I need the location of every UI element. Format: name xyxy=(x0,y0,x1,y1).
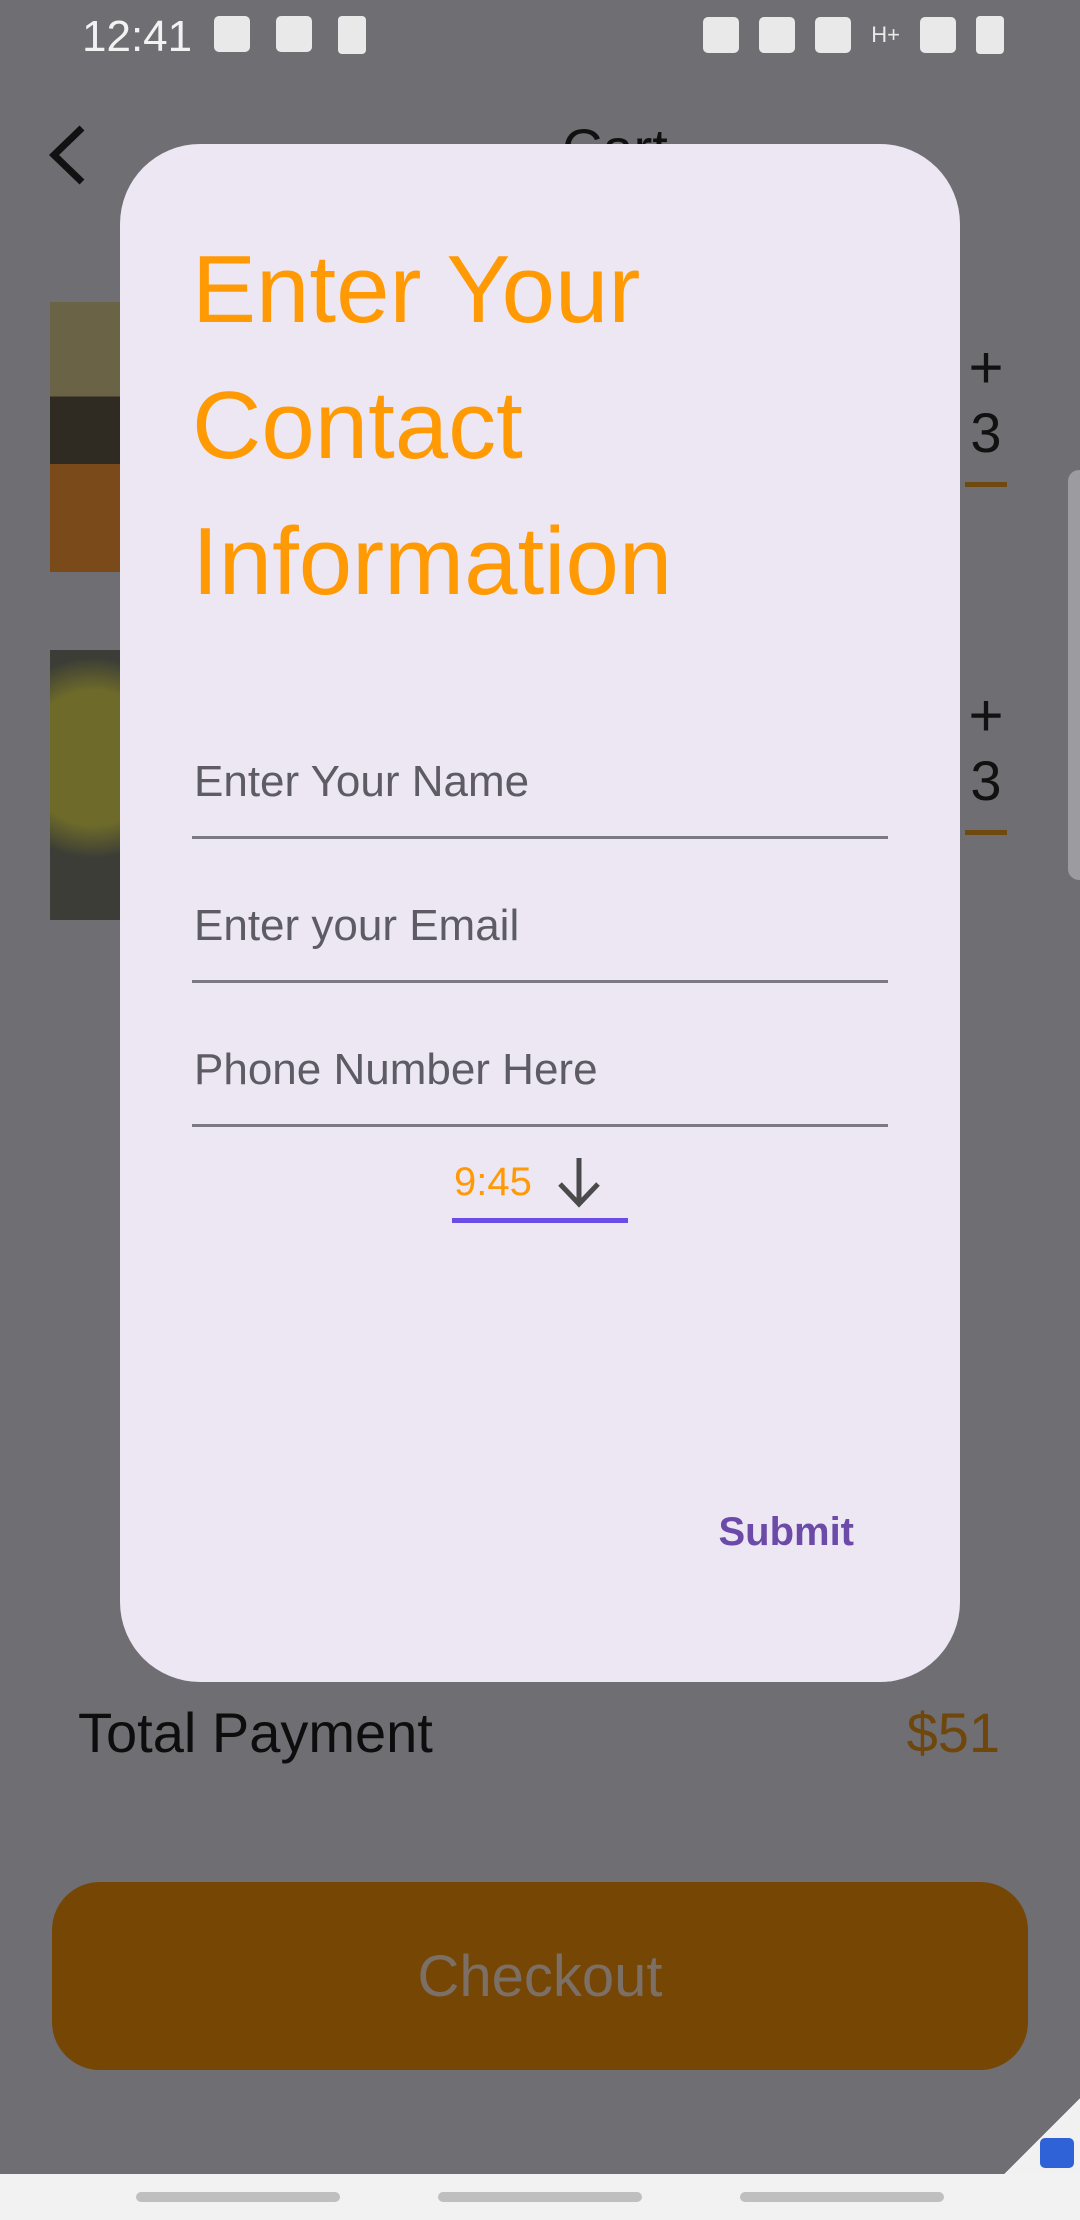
alarm-icon xyxy=(759,17,796,53)
network-type-icon: H+ xyxy=(871,22,900,47)
status-right-icons: H+ xyxy=(703,16,1004,54)
dialog-title: Enter Your Contact Information xyxy=(192,236,673,615)
cart-item-image xyxy=(50,302,122,572)
minus-icon[interactable] xyxy=(965,830,1007,835)
arrow-down-icon xyxy=(558,1158,600,1208)
folder-icon xyxy=(276,16,312,52)
email-input[interactable] xyxy=(192,900,892,952)
quantity-stepper: + 3 xyxy=(958,338,1014,487)
battery-icon xyxy=(976,16,1004,54)
name-input[interactable] xyxy=(192,756,892,808)
phone-input[interactable] xyxy=(192,1044,892,1096)
quantity-stepper: + 3 xyxy=(958,686,1014,835)
status-time: 12:41 xyxy=(82,12,193,61)
notification-icon xyxy=(214,16,250,52)
total-label: Total Payment xyxy=(78,1701,433,1764)
time-dropdown[interactable]: 9:45 xyxy=(452,1146,628,1223)
checkout-button[interactable]: Checkout xyxy=(52,1882,1028,2070)
secure-folder-badge xyxy=(1004,2098,1080,2174)
total-value: $51 xyxy=(906,1701,1000,1764)
minus-icon[interactable] xyxy=(965,482,1007,487)
plus-icon[interactable]: + xyxy=(958,686,1014,746)
nav-recents-button[interactable] xyxy=(136,2192,340,2202)
quantity-value: 3 xyxy=(970,749,1002,812)
status-left-icons xyxy=(214,16,366,54)
navigation-bar xyxy=(0,2174,1080,2220)
lock-icon xyxy=(1040,2138,1074,2168)
cart-item-image xyxy=(50,650,122,920)
back-arrow-icon[interactable] xyxy=(44,120,94,190)
nav-back-button[interactable] xyxy=(740,2192,944,2202)
mute-icon xyxy=(815,17,852,53)
time-value: 9:45 xyxy=(454,1159,532,1204)
email-field xyxy=(192,858,892,983)
submit-button[interactable]: Submit xyxy=(718,1510,854,1555)
contact-dialog: Enter Your Contact Information 9:45 Subm… xyxy=(120,144,960,1682)
side-panel-handle[interactable] xyxy=(1068,470,1080,880)
quantity-value: 3 xyxy=(970,401,1002,464)
lock-icon xyxy=(703,17,740,53)
status-bar: 12:41 H+ xyxy=(0,0,1080,72)
plus-icon[interactable]: + xyxy=(958,338,1014,398)
battery-saver-icon xyxy=(338,16,366,54)
name-field xyxy=(192,714,892,839)
phone-field xyxy=(192,1002,892,1127)
signal-icon xyxy=(920,17,956,53)
nav-home-button[interactable] xyxy=(438,2192,642,2202)
